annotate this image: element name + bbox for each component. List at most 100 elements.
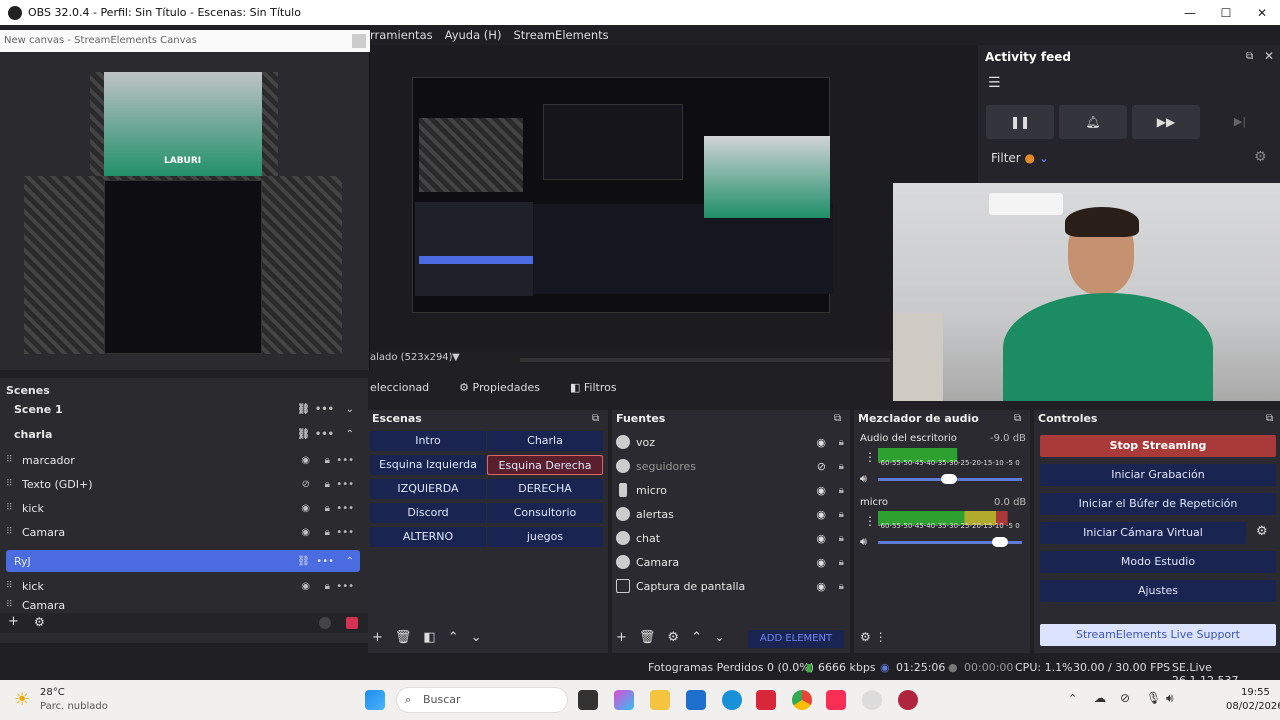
source-item-marcador[interactable]: ⠿ marcador ◉ 🔒︎ ••• bbox=[6, 449, 360, 471]
settings-button[interactable]: Ajustes bbox=[1040, 580, 1276, 602]
source-item-kick[interactable]: ⠿ kick ◉ 🔒︎ ••• bbox=[6, 497, 360, 519]
lock-icon: 🔒︎ bbox=[838, 580, 844, 592]
add-scene-icon[interactable]: + bbox=[372, 630, 383, 650]
obs-taskbar-icon[interactable] bbox=[862, 690, 882, 710]
menu-icon[interactable]: ☰ bbox=[988, 75, 1001, 91]
filter-dropdown[interactable]: Filter ● ⌄ bbox=[991, 151, 1049, 165]
source-row-micro[interactable]: micro ◉ 🔒︎ bbox=[616, 479, 846, 501]
scene-button-alterno[interactable]: ALTERNO bbox=[370, 527, 486, 547]
gear-icon[interactable]: ⚙ bbox=[667, 630, 679, 650]
skip-button[interactable]: ▶▶ bbox=[1132, 105, 1200, 139]
source-row-seguidores[interactable]: seguidores ⊘ 🔒︎ bbox=[616, 455, 846, 477]
scene-item-charla[interactable]: charla ⛓ ••• ⌃ bbox=[6, 423, 360, 445]
properties-button[interactable]: ⚙ Propiedades bbox=[459, 381, 540, 394]
float-icon[interactable]: ⧉ bbox=[1266, 413, 1273, 424]
scene-button-consultorio[interactable]: Consultorio bbox=[487, 503, 603, 523]
source-item-kick-2[interactable]: ⠿ kick ◉ 🔒︎ ••• bbox=[6, 575, 360, 597]
filter-icon[interactable]: ◧ bbox=[423, 630, 435, 650]
gear-icon[interactable]: ⚙ bbox=[1254, 149, 1267, 165]
source-row-chat[interactable]: chat ◉ 🔒︎ bbox=[616, 527, 846, 549]
mixer-settings-icon[interactable]: ⚙ ⋮ bbox=[860, 630, 887, 644]
mic-icon[interactable]: 🎙︎ bbox=[1146, 691, 1161, 705]
speaker-icon[interactable]: 🔊︎ bbox=[860, 472, 867, 486]
arrow-up-icon[interactable]: ⌃ bbox=[691, 630, 702, 650]
scene-item-scene1[interactable]: Scene 1 ⛓ ••• ⌄ bbox=[6, 398, 360, 420]
volume-slider[interactable] bbox=[878, 474, 1022, 484]
float-icon[interactable]: ⧉ bbox=[1246, 51, 1253, 62]
add-element-button[interactable]: ADD ELEMENT bbox=[748, 630, 844, 648]
speaker-icon[interactable]: 🔊︎ bbox=[860, 535, 867, 549]
copilot-icon[interactable] bbox=[614, 690, 634, 710]
stop-streaming-button[interactable]: Stop Streaming bbox=[1040, 435, 1276, 457]
se-live-support-button[interactable]: StreamElements Live Support bbox=[1040, 624, 1276, 646]
float-icon[interactable]: ⧉ bbox=[1014, 413, 1021, 424]
main-preview[interactable] bbox=[370, 45, 978, 350]
arrow-up-icon[interactable]: ⌃ bbox=[448, 630, 459, 650]
chrome-icon[interactable] bbox=[792, 690, 812, 710]
gear-icon[interactable]: ⚙ bbox=[1256, 524, 1268, 539]
source-row-captura[interactable]: Captura de pantalla ◉ 🔒︎ bbox=[616, 575, 846, 597]
scene-button-izquierda[interactable]: IZQUIERDA bbox=[370, 479, 486, 499]
arrow-down-icon[interactable]: ⌄ bbox=[471, 630, 482, 650]
scene-button-discord[interactable]: Discord bbox=[370, 503, 486, 523]
source-row-voz[interactable]: voz ◉ 🔒︎ bbox=[616, 431, 846, 453]
replay-buffer-button[interactable]: Iniciar el Búfer de Repetición bbox=[1040, 493, 1276, 515]
network-icon[interactable]: ⊘ bbox=[1120, 691, 1130, 705]
volume-slider[interactable] bbox=[878, 537, 1022, 547]
close-icon[interactable]: ✕ bbox=[1244, 0, 1280, 25]
kebab-icon[interactable]: ⋮ bbox=[864, 514, 876, 528]
tray-expand-icon[interactable]: ⌃ bbox=[1068, 692, 1077, 705]
volume-icon[interactable]: 🔊︎ bbox=[1166, 691, 1174, 706]
source-item-camara-2[interactable]: ⠿ Camara bbox=[6, 599, 360, 611]
weather-icon[interactable]: ☀ bbox=[14, 689, 30, 710]
scene-button-charla[interactable]: Charla bbox=[487, 431, 603, 451]
webcam-overlay bbox=[893, 183, 1280, 401]
source-item-camara[interactable]: ⠿ Camara ◉ 🔒︎ ••• bbox=[6, 521, 360, 543]
source-row-alertas[interactable]: alertas ◉ 🔒︎ bbox=[616, 503, 846, 525]
add-source-icon[interactable]: + bbox=[616, 630, 627, 650]
record-icon[interactable] bbox=[346, 617, 358, 629]
windows-start-icon[interactable] bbox=[365, 690, 385, 710]
arrow-down-icon[interactable]: ⌄ bbox=[714, 630, 725, 650]
skip-end-button[interactable]: ▶| bbox=[1206, 105, 1274, 139]
wps-icon[interactable] bbox=[756, 690, 776, 710]
scene-item-ryj[interactable]: RyJ ⛓ ••• ⌃ bbox=[6, 550, 360, 572]
bell-button[interactable]: 🔔︎ bbox=[1059, 105, 1127, 139]
virtual-camera-button[interactable]: Iniciar Cámara Virtual bbox=[1040, 522, 1246, 544]
menu-item-ayuda[interactable]: Ayuda (H) bbox=[445, 28, 502, 42]
float-icon[interactable]: ⧉ bbox=[834, 413, 841, 424]
add-icon[interactable]: + bbox=[8, 614, 19, 629]
source-row-camara[interactable]: Camara ◉ 🔒︎ bbox=[616, 551, 846, 573]
menu-item-herramientas[interactable]: rramientas bbox=[370, 28, 433, 42]
cloud-icon[interactable]: ☁ bbox=[1094, 691, 1106, 705]
file-explorer-icon[interactable] bbox=[650, 690, 670, 710]
pause-button[interactable]: ❚❚ bbox=[986, 105, 1054, 139]
maximize-icon[interactable]: ☐ bbox=[1208, 0, 1244, 25]
filters-button[interactable]: ◧ Filtros bbox=[570, 381, 617, 394]
close-icon[interactable]: ✕ bbox=[1264, 49, 1274, 63]
scale-dropdown-icon[interactable]: ▼ bbox=[452, 352, 460, 363]
gear-icon[interactable]: ⚙ bbox=[34, 615, 45, 629]
source-item-texto[interactable]: ⠿ Texto (GDI+) ⊘ 🔒︎ ••• bbox=[6, 473, 360, 495]
music-icon[interactable] bbox=[826, 690, 846, 710]
scene-button-esquina-izquierda[interactable]: Esquina Izquierda bbox=[370, 455, 486, 475]
store-icon[interactable] bbox=[686, 690, 706, 710]
trash-icon[interactable]: 🗑︎ bbox=[395, 630, 412, 650]
scene-button-derecha[interactable]: DERECHA bbox=[487, 479, 603, 499]
float-icon[interactable]: ⧉ bbox=[592, 413, 599, 424]
studio-mode-button[interactable]: Modo Estudio bbox=[1040, 551, 1276, 573]
trash-icon[interactable]: 🗑︎ bbox=[639, 630, 656, 650]
start-recording-button[interactable]: Iniciar Grabación bbox=[1040, 464, 1276, 486]
taskbar-search[interactable]: ⌕ Buscar bbox=[396, 687, 568, 713]
app-icon[interactable] bbox=[898, 690, 918, 710]
monitor-icon bbox=[616, 579, 630, 593]
scene-button-intro[interactable]: Intro bbox=[370, 431, 486, 451]
scene-button-juegos[interactable]: juegos bbox=[487, 527, 603, 547]
scene-button-esquina-derecha[interactable]: Esquina Derecha bbox=[487, 455, 603, 475]
menu-item-streamelements[interactable]: StreamElements bbox=[513, 28, 608, 42]
minimize-icon[interactable]: — bbox=[1172, 0, 1208, 25]
task-view-icon[interactable] bbox=[578, 690, 598, 710]
canvas-close-button[interactable] bbox=[352, 34, 366, 48]
edge-icon[interactable] bbox=[722, 690, 742, 710]
kebab-icon[interactable]: ⋮ bbox=[864, 450, 876, 464]
